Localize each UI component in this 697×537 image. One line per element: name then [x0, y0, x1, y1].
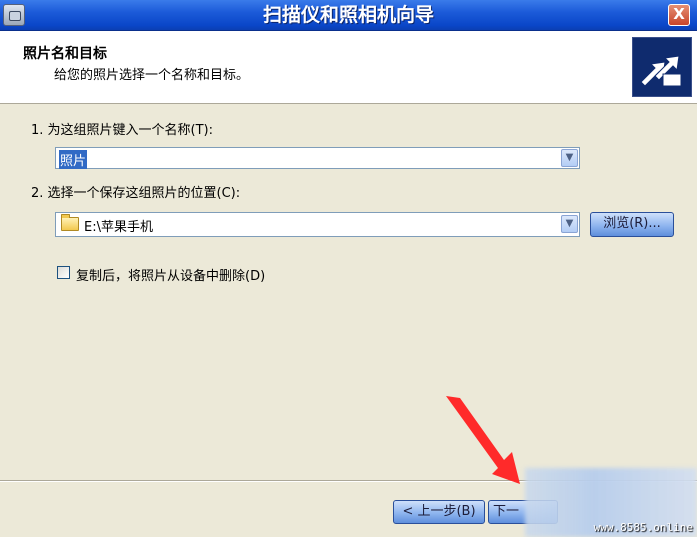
- header-title: 照片名和目标: [23, 46, 107, 62]
- location-value[interactable]: E:\苹果手机: [84, 216, 153, 235]
- name-combobox[interactable]: 照片 ▼: [55, 147, 580, 169]
- header-subtitle: 给您的照片选择一个名称和目标。: [54, 68, 250, 83]
- watermark: www.8585.online: [593, 521, 693, 534]
- wizard-header: 照片名和目标 给您的照片选择一个名称和目标。: [0, 31, 697, 104]
- chevron-down-icon[interactable]: ▼: [561, 149, 578, 167]
- browse-button[interactable]: 浏览(R)...: [590, 212, 674, 237]
- delete-after-copy-checkbox[interactable]: [57, 266, 70, 279]
- step2-label: 2. 选择一个保存这组照片的位置(C):: [31, 186, 241, 201]
- wizard-arrows-icon: [632, 37, 692, 97]
- delete-after-copy-label[interactable]: 复制后，将照片从设备中删除(D): [76, 265, 265, 284]
- step1-label: 1. 为这组照片键入一个名称(T):: [31, 123, 214, 138]
- close-button[interactable]: X: [668, 4, 690, 26]
- window-title: 扫描仪和照相机向导: [262, 4, 434, 26]
- back-button[interactable]: < 上一步(B): [393, 500, 485, 524]
- location-combobox[interactable]: E:\苹果手机 ▼: [55, 212, 580, 237]
- chevron-down-icon[interactable]: ▼: [561, 215, 578, 233]
- name-input-value[interactable]: 照片: [59, 150, 88, 169]
- title-bar[interactable]: 扫描仪和照相机向导 X: [0, 0, 697, 31]
- folder-icon: [61, 214, 79, 231]
